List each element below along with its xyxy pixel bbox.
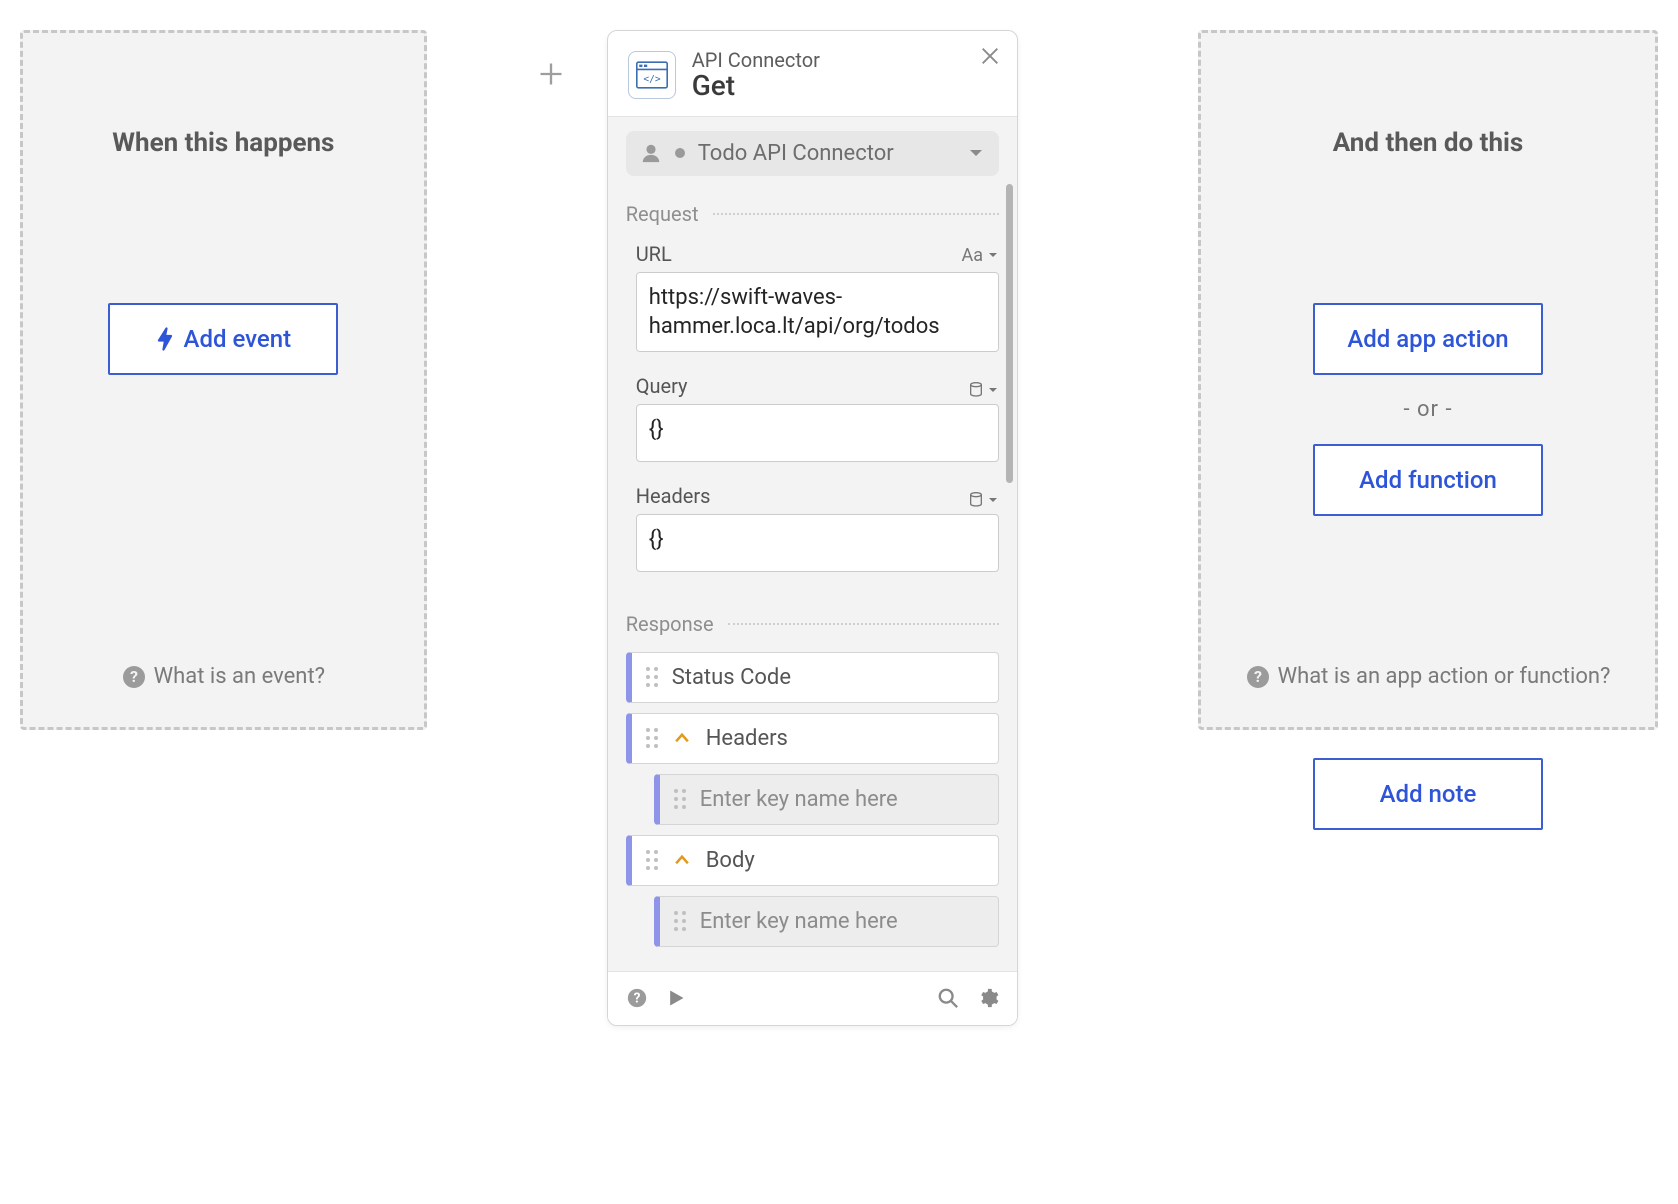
- connector-card: </> API Connector Get: [607, 30, 1018, 1026]
- center-column: </> API Connector Get: [607, 30, 1018, 1026]
- drag-handle-icon[interactable]: [646, 850, 658, 870]
- query-input[interactable]: [636, 404, 999, 462]
- caret-down-icon: [987, 494, 999, 506]
- trigger-panel: When this happens Add event ? What is an…: [20, 30, 427, 730]
- url-field-label: URL: [636, 242, 672, 266]
- action-panel: And then do this Add app action - or - A…: [1198, 30, 1658, 730]
- footer-run-button[interactable]: [666, 988, 686, 1008]
- url-mode-toggle[interactable]: Aa: [961, 245, 999, 266]
- scrollbar[interactable]: [1006, 178, 1013, 594]
- scope-label: Todo API Connector: [698, 141, 894, 166]
- query-field-label: Query: [636, 374, 688, 398]
- headers-field-label: Headers: [636, 484, 711, 508]
- response-headers-key-input[interactable]: Enter key name here: [654, 774, 999, 825]
- api-connector-icon: </>: [628, 51, 676, 99]
- request-section-label: Request: [626, 202, 699, 226]
- add-event-label: Add event: [184, 325, 292, 353]
- svg-text:?: ?: [130, 667, 138, 686]
- add-function-button[interactable]: Add function: [1313, 444, 1543, 516]
- card-supertitle: API Connector: [692, 49, 820, 71]
- response-body-row[interactable]: Body: [626, 835, 999, 886]
- bolt-icon: [156, 327, 174, 351]
- drag-handle-icon[interactable]: [646, 728, 658, 748]
- svg-text:?: ?: [1254, 667, 1262, 686]
- card-title: Get: [692, 71, 820, 102]
- headers-input[interactable]: [636, 514, 999, 572]
- svg-text:</>: </>: [643, 75, 661, 86]
- footer-help-button[interactable]: ?: [626, 987, 648, 1009]
- response-headers-row[interactable]: Headers: [626, 713, 999, 764]
- help-icon: ?: [122, 665, 146, 689]
- chevron-down-icon: [967, 144, 985, 162]
- add-event-button[interactable]: Add event: [108, 303, 338, 375]
- action-help-link[interactable]: ? What is an app action or function?: [1246, 664, 1611, 689]
- request-section: Request URL Aa Query: [608, 178, 1017, 602]
- add-step-button[interactable]: [537, 60, 565, 88]
- response-section-label: Response: [626, 612, 714, 636]
- drag-handle-icon[interactable]: [646, 667, 658, 687]
- or-separator: - or -: [1403, 397, 1452, 422]
- dot-icon: [674, 147, 686, 159]
- user-icon: [640, 142, 662, 164]
- close-card-button[interactable]: [979, 45, 1001, 67]
- card-footer: ?: [608, 971, 1017, 1025]
- url-input[interactable]: [636, 272, 999, 352]
- add-app-action-button[interactable]: Add app action: [1313, 303, 1543, 375]
- scope-selector[interactable]: Todo API Connector: [626, 131, 999, 176]
- trigger-panel-title: When this happens: [112, 128, 334, 158]
- response-section: Response Status Code Headers Enter: [608, 602, 1017, 971]
- query-mode-toggle[interactable]: [969, 382, 999, 398]
- trigger-help-link[interactable]: ? What is an event?: [122, 664, 325, 689]
- caret-down-icon: [987, 249, 999, 261]
- chevron-up-icon: [672, 728, 692, 748]
- svg-text:?: ?: [633, 991, 640, 1007]
- database-icon: [969, 492, 983, 508]
- footer-settings-button[interactable]: [977, 987, 999, 1009]
- action-panel-title: And then do this: [1333, 128, 1524, 158]
- response-body-key-input[interactable]: Enter key name here: [654, 896, 999, 947]
- help-icon: ?: [1246, 665, 1270, 689]
- caret-down-icon: [987, 384, 999, 396]
- database-icon: [969, 382, 983, 398]
- footer-search-button[interactable]: [937, 987, 959, 1009]
- card-header: </> API Connector Get: [608, 31, 1017, 116]
- chevron-up-icon: [672, 850, 692, 870]
- drag-handle-icon[interactable]: [674, 789, 686, 809]
- response-status-code-row[interactable]: Status Code: [626, 652, 999, 703]
- add-note-button[interactable]: Add note: [1313, 758, 1543, 830]
- drag-handle-icon[interactable]: [674, 911, 686, 931]
- right-column: And then do this Add app action - or - A…: [1198, 30, 1658, 830]
- headers-mode-toggle[interactable]: [969, 492, 999, 508]
